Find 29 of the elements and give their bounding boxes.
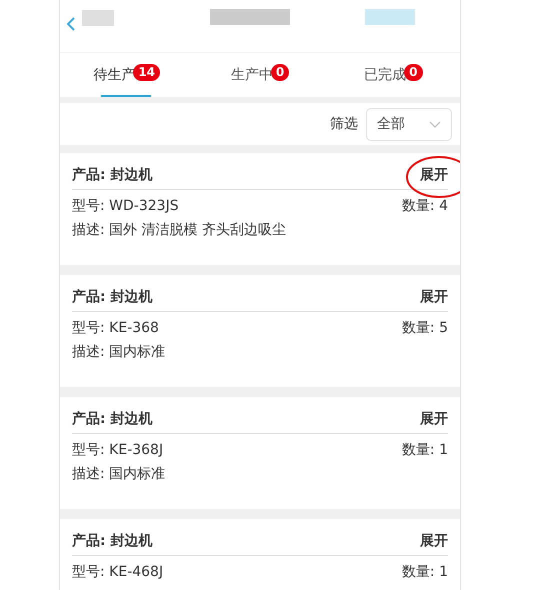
expand-link[interactable]: 展开	[420, 285, 448, 309]
description: 描述: 国外 清洁脱模 齐头刮边吸尘	[72, 221, 286, 240]
quantity: 数量: 1	[402, 563, 448, 582]
tab[interactable]: 生产中 0	[193, 53, 327, 97]
product-name: 产品: 封边机	[72, 410, 152, 429]
description: 描述: 国内标准	[72, 343, 166, 362]
description: 描述: 国内标准	[72, 465, 166, 484]
redaction-mark	[365, 9, 415, 25]
product-name: 产品: 封边机	[72, 166, 152, 185]
back-icon[interactable]	[67, 17, 75, 31]
model-number: 型号: KE-368J	[72, 441, 164, 460]
count-badge: 14	[133, 64, 160, 80]
quantity: 数量: 5	[402, 319, 448, 338]
count-badge: 0	[404, 64, 422, 80]
product-name: 产品: 封边机	[72, 288, 152, 307]
filter-label: 筛选	[330, 115, 358, 133]
redaction-mark	[82, 10, 114, 26]
quantity: 数量: 4	[402, 197, 448, 216]
filter-dropdown[interactable]: 全部	[366, 108, 452, 140]
count-badge: 0	[270, 64, 290, 80]
expand-link[interactable]: 展开	[420, 529, 448, 553]
tab[interactable]: 已完成 0	[326, 53, 460, 97]
product-name: 产品: 封边机	[72, 532, 152, 551]
chevron-down-icon	[429, 120, 441, 128]
model-number: 型号: KE-468J	[72, 563, 164, 582]
quantity: 数量: 1	[402, 441, 448, 460]
model-number: 型号: WD-323JS	[72, 197, 179, 216]
model-number: 型号: KE-368	[72, 319, 159, 338]
expand-link[interactable]: 展开	[420, 407, 448, 431]
